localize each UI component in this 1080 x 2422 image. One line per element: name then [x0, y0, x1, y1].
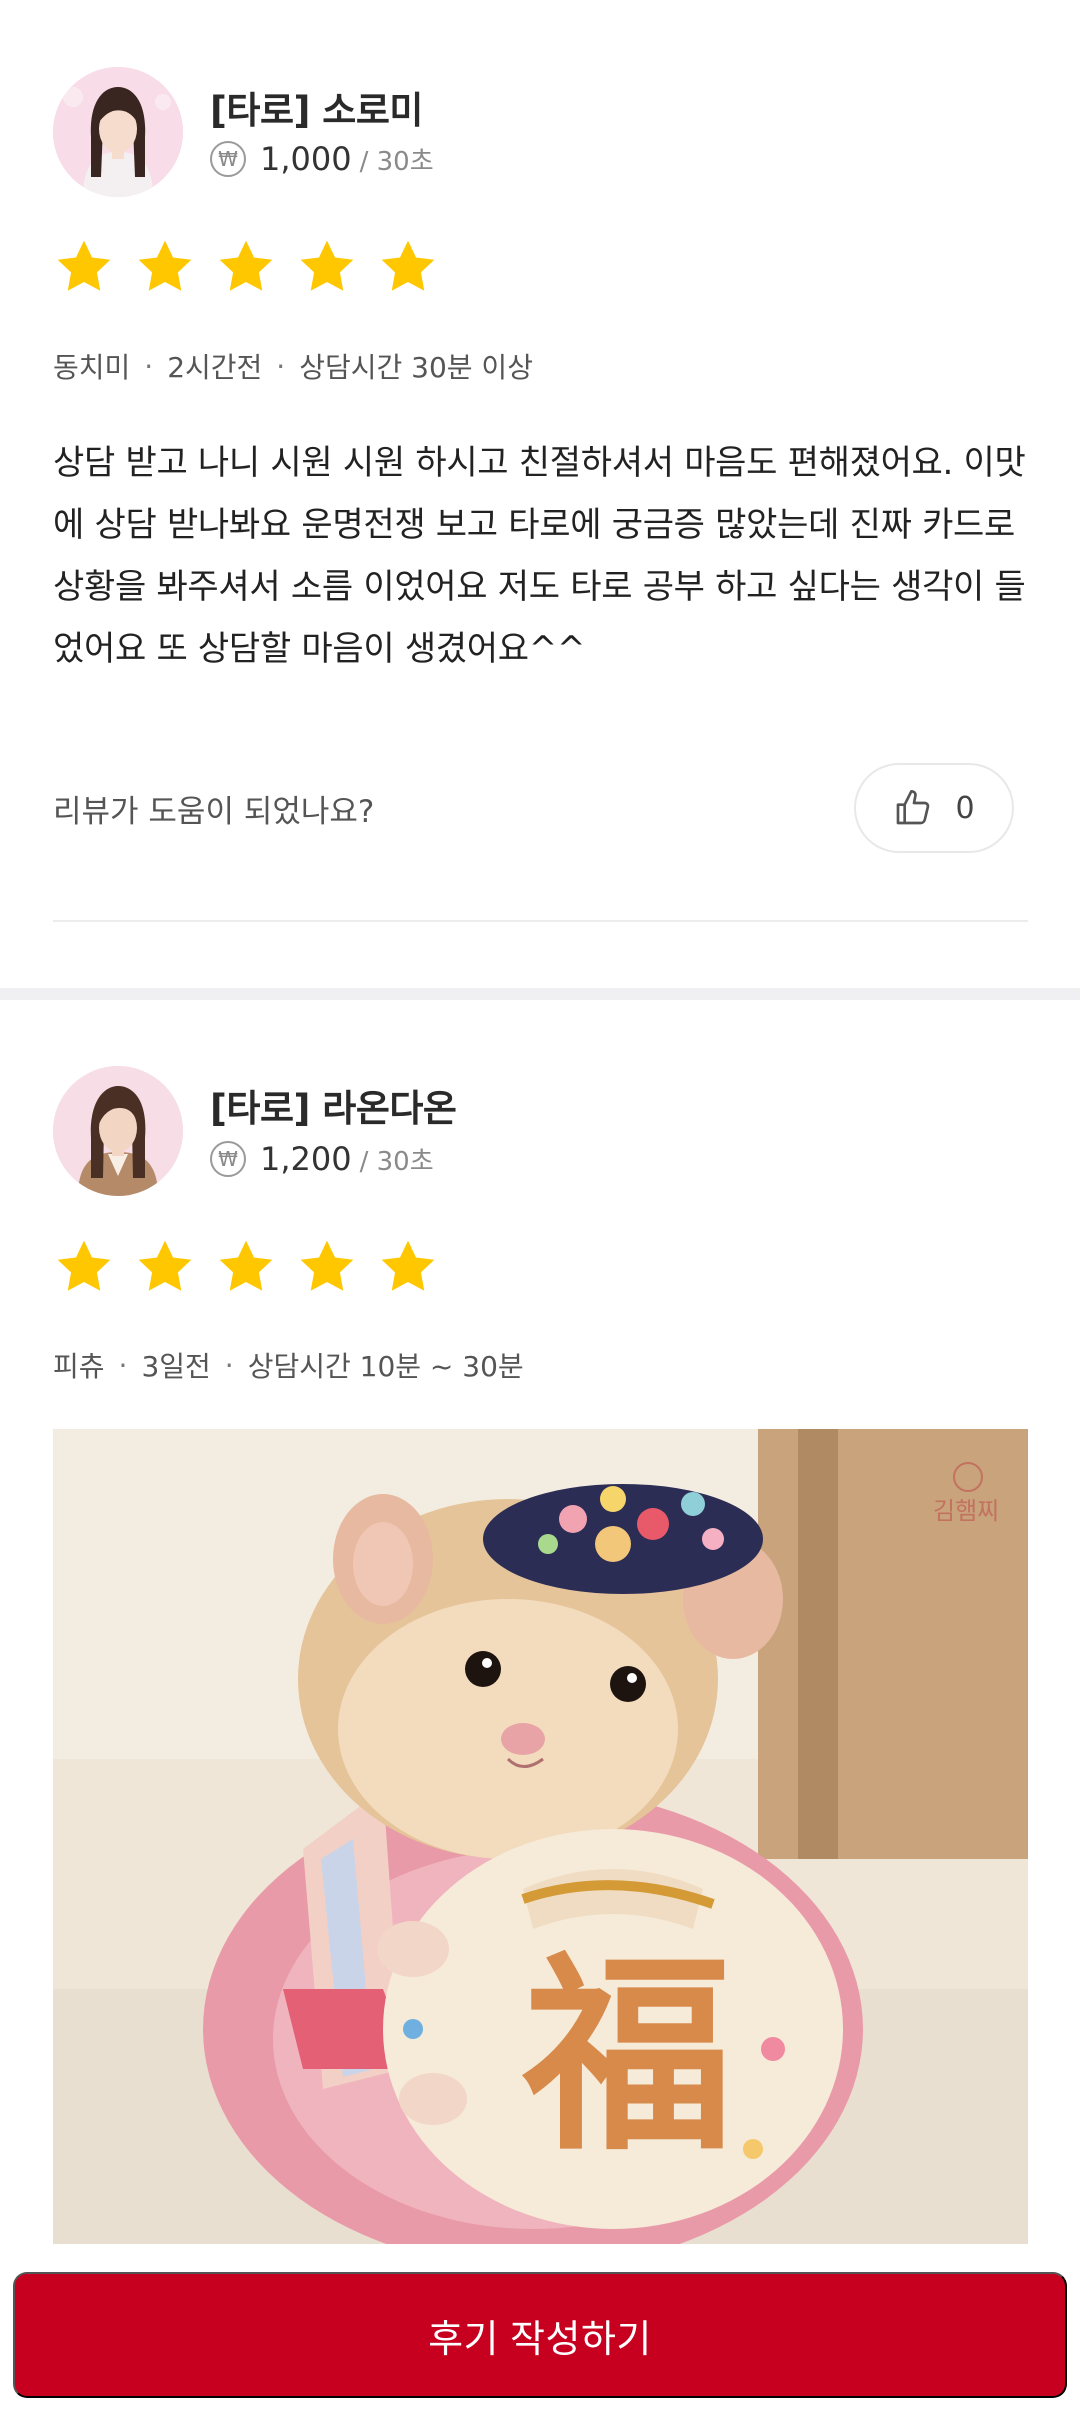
- price: 1,000: [260, 140, 352, 178]
- price-unit: / 30초: [359, 1146, 434, 1177]
- divider: [53, 920, 1028, 922]
- star-icon: [57, 1240, 111, 1291]
- star-icon: [219, 240, 273, 291]
- star-icon: [381, 1240, 435, 1291]
- star-icon: [219, 1240, 273, 1291]
- separator-dot: ·: [276, 349, 286, 383]
- thumbs-up-icon: [897, 790, 930, 825]
- consult-duration: 상담시간 30분 이상: [299, 351, 533, 384]
- price-unit: / 30초: [359, 146, 434, 177]
- bottom-action-bar: 후기 작성하기: [0, 2250, 1080, 2422]
- counselor-avatar[interactable]: [53, 1066, 183, 1196]
- review-time: 3일전: [141, 1350, 211, 1383]
- price: 1,200: [260, 1140, 352, 1178]
- counselor-name[interactable]: [타로] 라온다온: [210, 1078, 457, 1132]
- star-icon: [57, 240, 111, 291]
- svg-text:福: 福: [521, 1932, 733, 2179]
- separator-dot: ·: [144, 349, 154, 383]
- star-icon: [138, 240, 192, 291]
- price-row: ₩ 1,000 / 30초: [210, 140, 434, 178]
- review-meta: 피츄 · 3일전 · 상담시간 10분 ~ 30분: [53, 1345, 524, 1385]
- won-coin-icon: ₩: [210, 141, 246, 177]
- review-author: 동치미: [53, 351, 131, 384]
- helpful-question: 리뷰가 도움이 되었나요?: [53, 794, 375, 830]
- separator-dot: ·: [118, 1348, 128, 1382]
- write-review-button[interactable]: 후기 작성하기: [13, 2272, 1067, 2398]
- review-card: [타로] 소로미 ₩ 1,000 / 30초 동치미 · 2시간전 · 상담시간…: [0, 0, 1080, 988]
- counselor-name[interactable]: [타로] 소로미: [210, 80, 423, 134]
- review-author: 피츄: [53, 1350, 105, 1383]
- review-photo[interactable]: 福 김햄찌: [53, 1429, 1028, 2244]
- rating-stars: [53, 1236, 439, 1298]
- rating-stars: [53, 236, 439, 298]
- consult-duration: 상담시간 10분 ~ 30분: [247, 1350, 524, 1383]
- svg-text:김햄찌: 김햄찌: [933, 1497, 999, 1525]
- review-card: [타로] 라온다온 ₩ 1,200 / 30초 피츄 · 3일전 · 상담시간 …: [0, 1000, 1080, 2422]
- star-icon: [300, 1240, 354, 1291]
- review-time: 2시간전: [167, 351, 263, 384]
- counselor-avatar[interactable]: [53, 67, 183, 197]
- star-icon: [300, 240, 354, 291]
- star-icon: [138, 1240, 192, 1291]
- like-count: 0: [955, 790, 975, 826]
- like-button[interactable]: 0: [854, 763, 1014, 853]
- review-meta: 동치미 · 2시간전 · 상담시간 30분 이상: [53, 346, 533, 386]
- separator-dot: ·: [224, 1348, 234, 1382]
- won-coin-icon: ₩: [210, 1141, 246, 1177]
- review-text: 상담 받고 나니 시원 시원 하시고 친절하셔서 마음도 편해졌어요. 이맛에 …: [53, 443, 1026, 669]
- star-icon: [381, 240, 435, 291]
- price-row: ₩ 1,200 / 30초: [210, 1140, 434, 1178]
- section-divider: [0, 988, 1080, 1000]
